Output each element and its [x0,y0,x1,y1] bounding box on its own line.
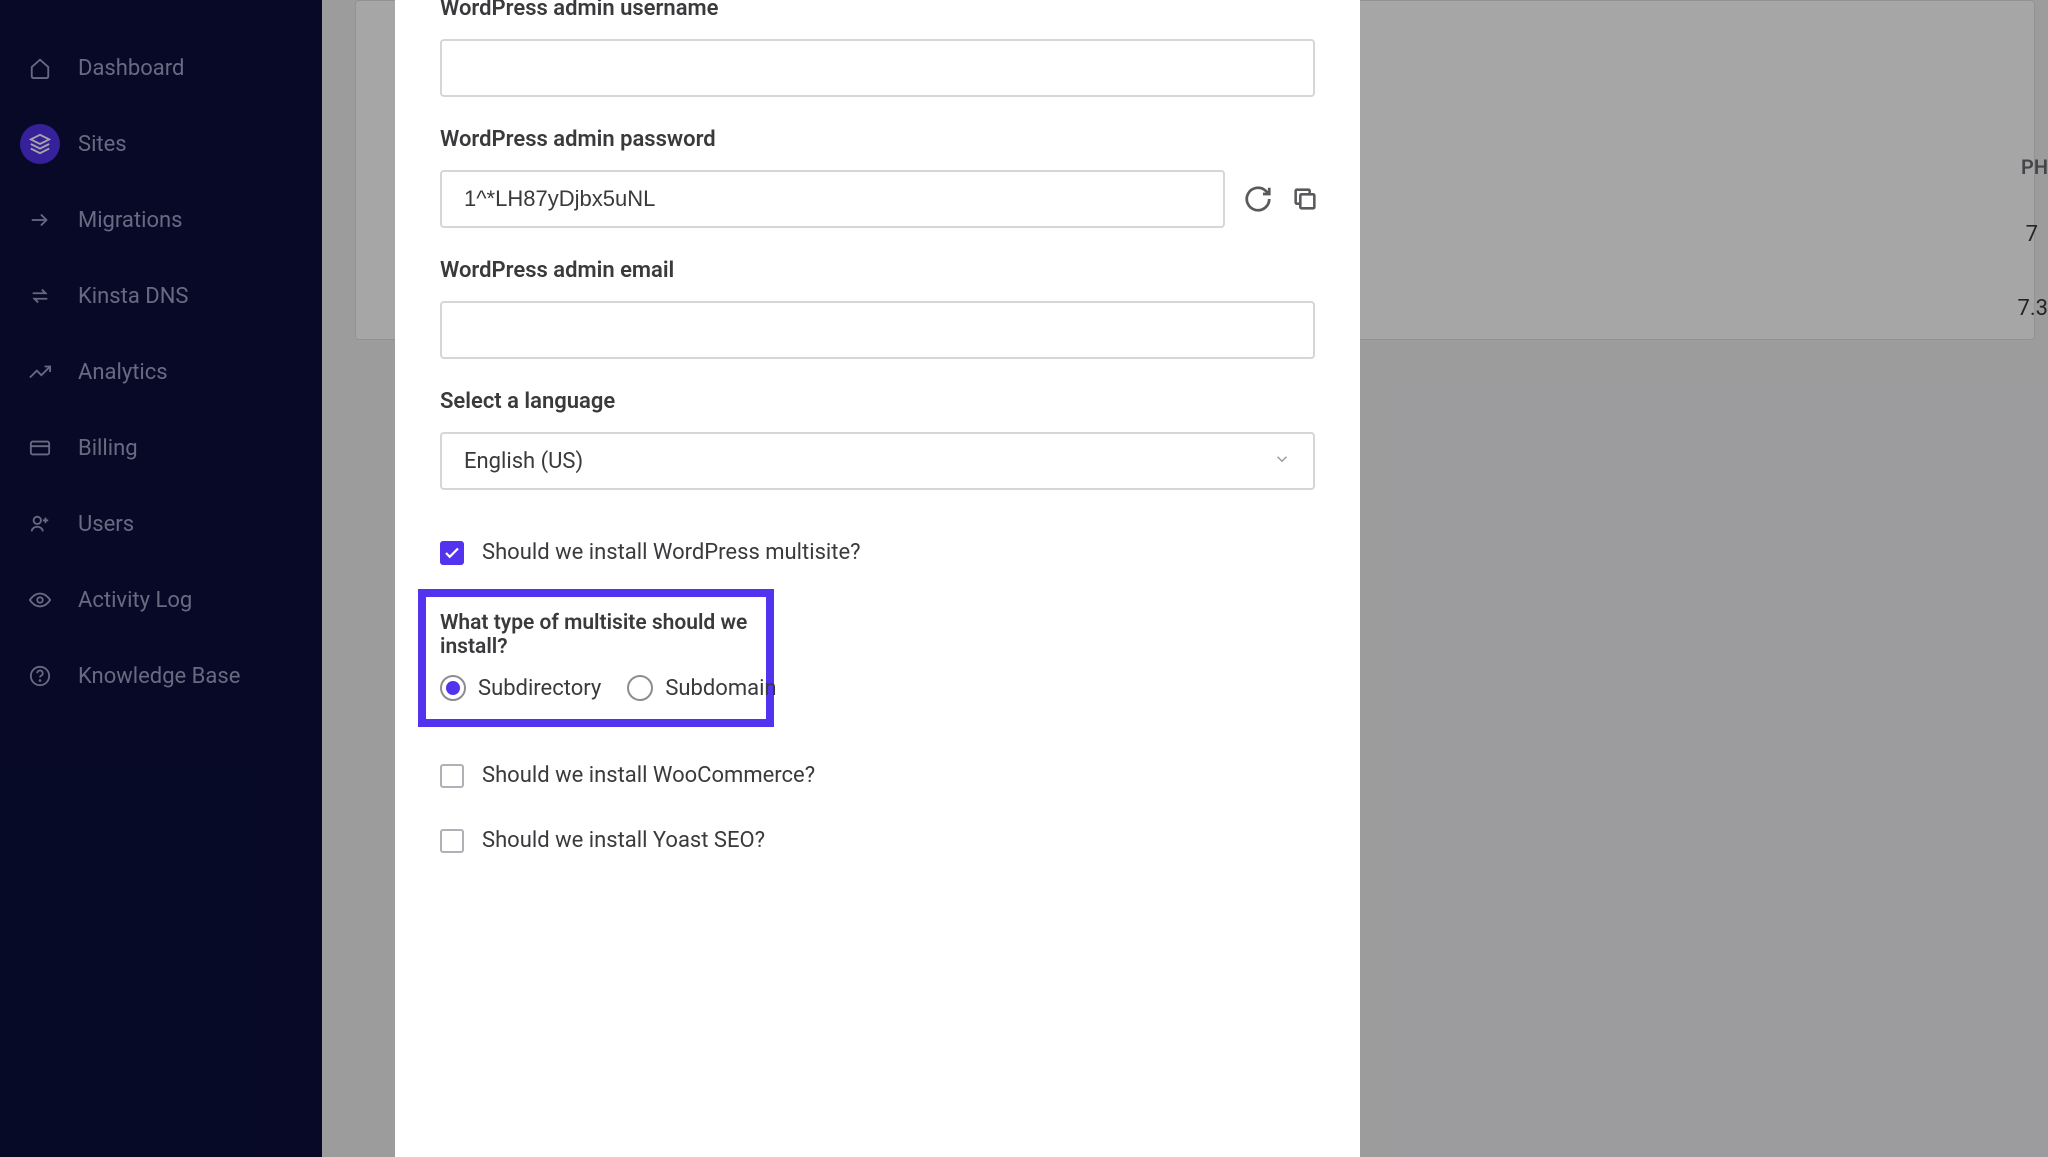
language-select[interactable]: English (US) [440,432,1315,490]
multisite-checkbox-label: Should we install WordPress multisite? [482,540,861,565]
password-input[interactable] [440,170,1225,228]
language-value: English (US) [464,449,583,474]
radio-icon [627,675,653,701]
language-label: Select a language [440,389,1315,414]
multisite-checkbox[interactable] [440,541,464,565]
radio-subdomain[interactable]: Subdomain [627,675,776,701]
yoast-checkbox[interactable] [440,829,464,853]
radio-subdirectory[interactable]: Subdirectory [440,675,601,701]
radio-subdomain-label: Subdomain [665,676,776,701]
regenerate-password-button[interactable] [1243,182,1273,216]
username-label: WordPress admin username [440,0,1315,21]
yoast-checkbox-label: Should we install Yoast SEO? [482,828,765,853]
add-site-modal: WordPress admin username WordPress admin… [395,0,1360,1157]
username-input[interactable] [440,39,1315,97]
copy-password-button[interactable] [1291,182,1319,216]
woocommerce-checkbox-label: Should we install WooCommerce? [482,763,815,788]
radio-icon [440,675,466,701]
multisite-type-label: What type of multisite should we install… [440,611,752,659]
email-label: WordPress admin email [440,258,1315,283]
woocommerce-checkbox[interactable] [440,764,464,788]
email-input[interactable] [440,301,1315,359]
password-label: WordPress admin password [440,127,1315,152]
multisite-type-highlight: What type of multisite should we install… [418,589,774,727]
chevron-down-icon [1273,449,1291,474]
radio-subdirectory-label: Subdirectory [478,676,601,701]
